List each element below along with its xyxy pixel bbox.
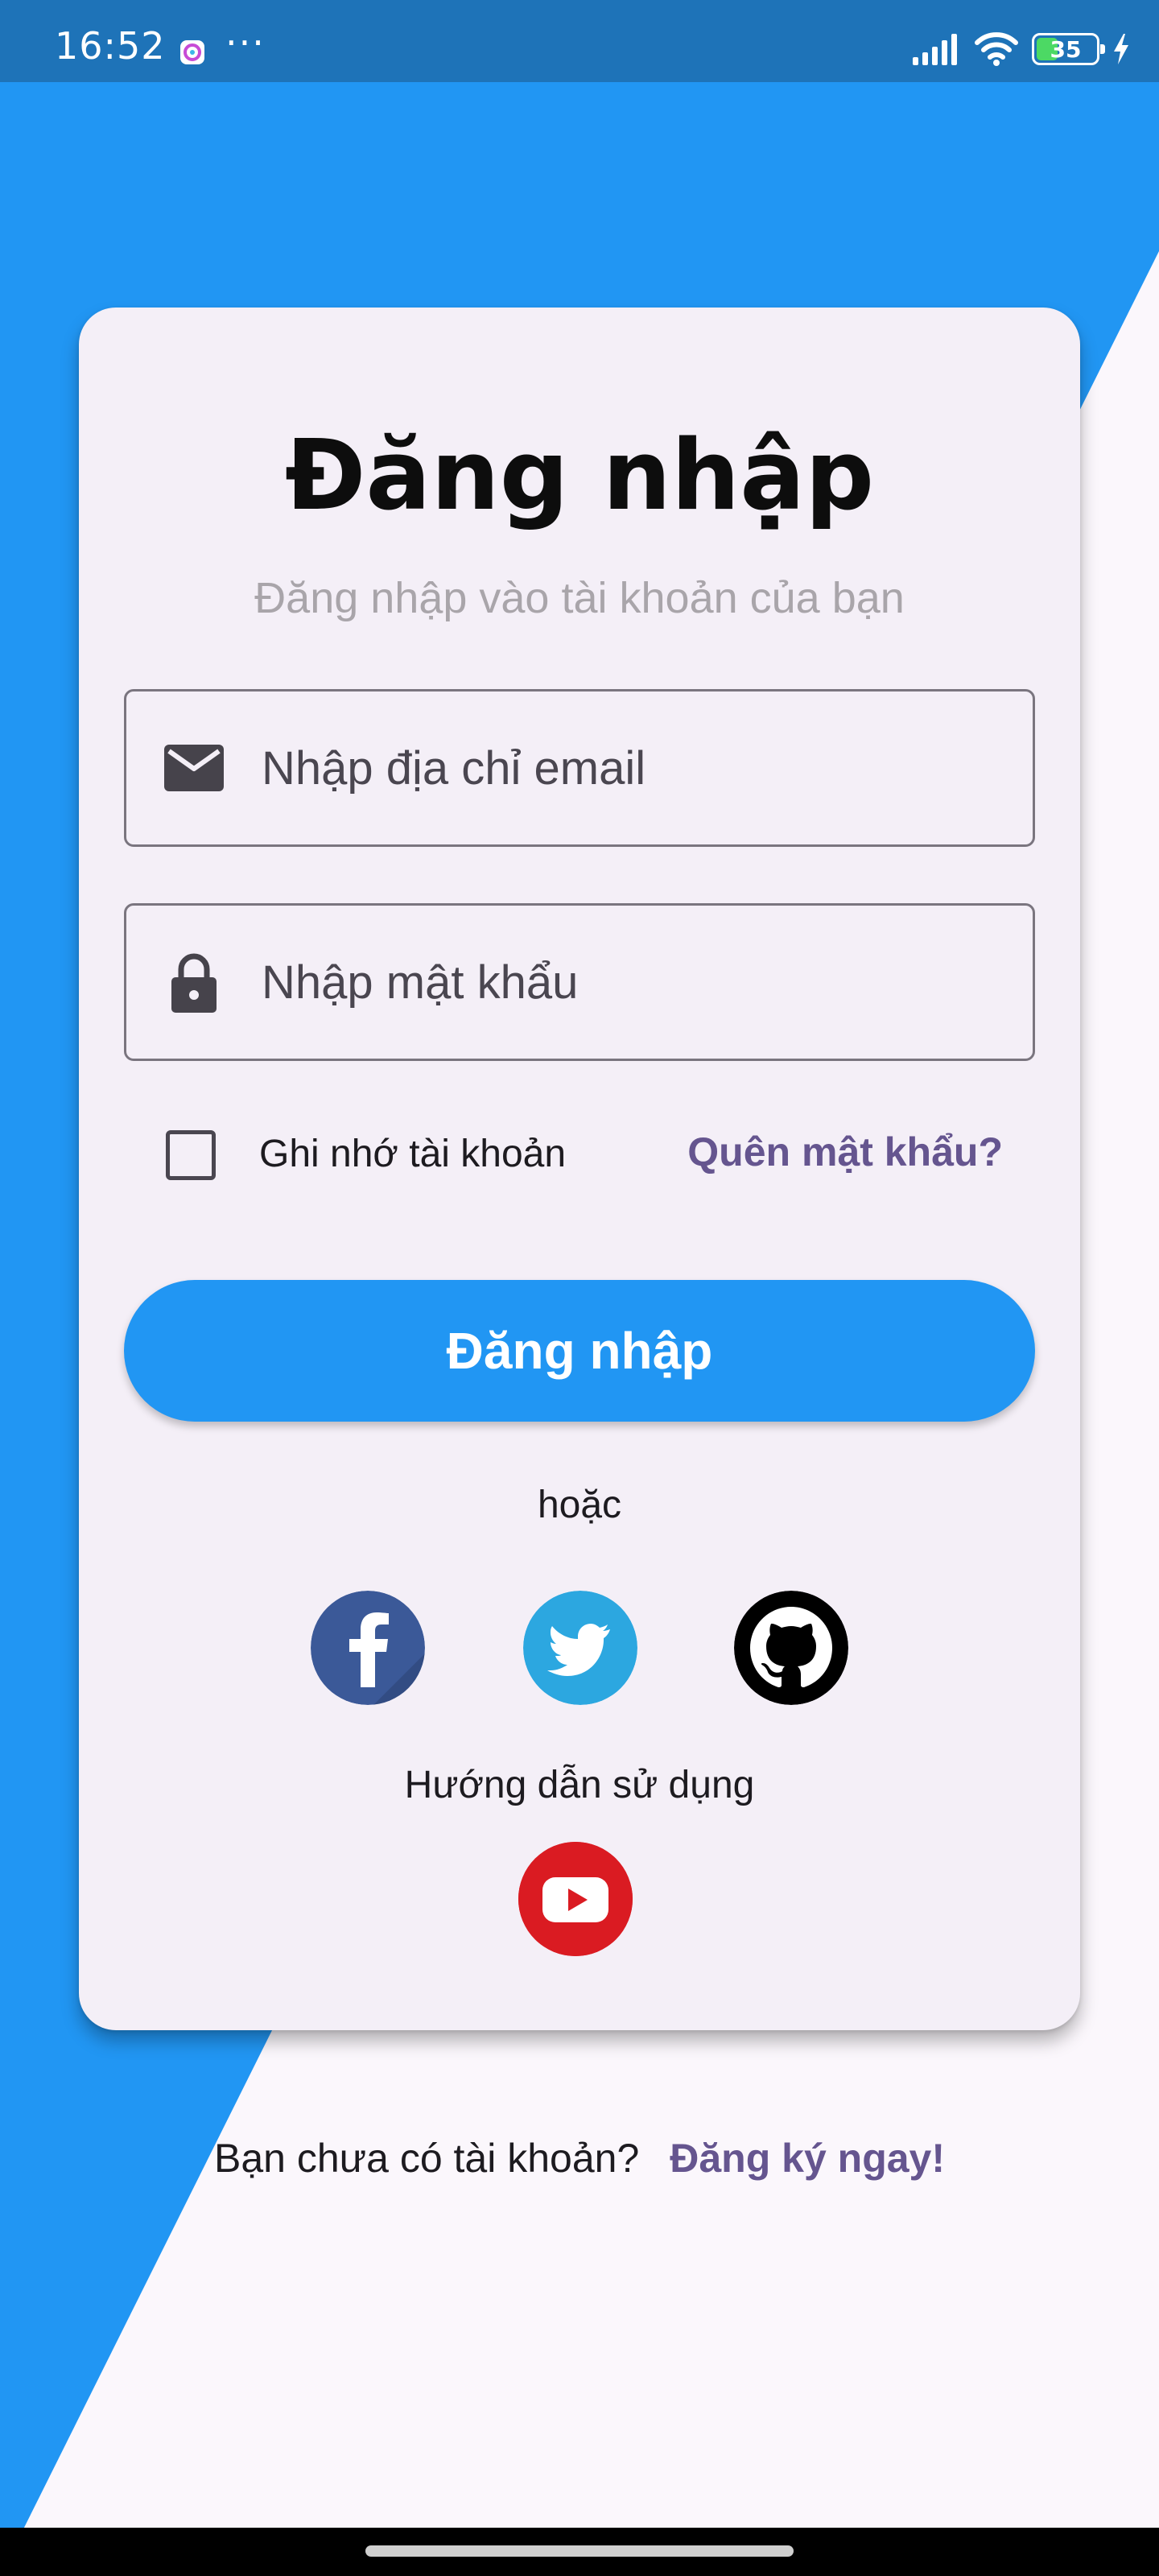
- login-button-label: Đăng nhập: [446, 1322, 713, 1380]
- login-button[interactable]: Đăng nhập: [124, 1280, 1035, 1422]
- password-field[interactable]: Nhập mật khẩu: [124, 903, 1035, 1061]
- lock-icon: [163, 952, 225, 1013]
- forgot-password-link[interactable]: Quên mật khẩu?: [687, 1129, 1003, 1175]
- battery-icon: 35: [1032, 33, 1105, 65]
- signup-prompt: Bạn chưa có tài khoản?: [213, 2136, 640, 2181]
- battery-level: 35: [1050, 35, 1082, 63]
- page-subtitle: Đăng nhập vào tài khoản của bạn: [254, 574, 905, 622]
- signup-row: Bạn chưa có tài khoản? Đăng ký ngay!: [0, 2135, 1159, 2182]
- email-field[interactable]: Nhập địa chỉ email: [124, 689, 1035, 847]
- email-icon: [163, 737, 225, 799]
- signup-link[interactable]: Đăng ký ngay!: [670, 2136, 945, 2181]
- or-divider-text: hoặc: [537, 1484, 622, 1526]
- app-notification-icon: [180, 40, 204, 64]
- status-indicators: 35: [913, 29, 1130, 69]
- page-title: Đăng nhập: [284, 420, 875, 532]
- signal-icon: [913, 34, 957, 65]
- email-placeholder: Nhập địa chỉ email: [262, 741, 646, 795]
- github-login-button[interactable]: [734, 1591, 848, 1705]
- facebook-login-button[interactable]: [311, 1591, 425, 1705]
- login-card: Đăng nhập Đăng nhập vào tài khoản của bạ…: [79, 308, 1080, 2030]
- remember-checkbox[interactable]: [166, 1130, 216, 1180]
- facebook-icon: [311, 1591, 425, 1705]
- password-placeholder: Nhập mật khẩu: [262, 956, 579, 1009]
- home-indicator[interactable]: [365, 2545, 794, 2557]
- charging-icon: [1114, 34, 1128, 64]
- github-icon: [734, 1591, 848, 1705]
- navigation-bar: [0, 2528, 1159, 2576]
- remember-label: Ghi nhớ tài khoản: [259, 1133, 567, 1175]
- user-guide-label: Hướng dẫn sử dụng: [404, 1764, 755, 1806]
- status-time: 16:52: [55, 24, 166, 68]
- wifi-icon: [975, 32, 1018, 66]
- more-notifications-icon: ···: [225, 21, 266, 64]
- status-bar: 16:52 ··· 35: [0, 0, 1159, 82]
- youtube-icon: [518, 1842, 633, 1956]
- login-screen: 16:52 ··· 35 Đăng nhập Đăng nhập vào tài…: [0, 0, 1159, 2576]
- youtube-guide-button[interactable]: [518, 1842, 633, 1956]
- twitter-login-button[interactable]: [523, 1591, 637, 1705]
- twitter-icon: [523, 1591, 637, 1705]
